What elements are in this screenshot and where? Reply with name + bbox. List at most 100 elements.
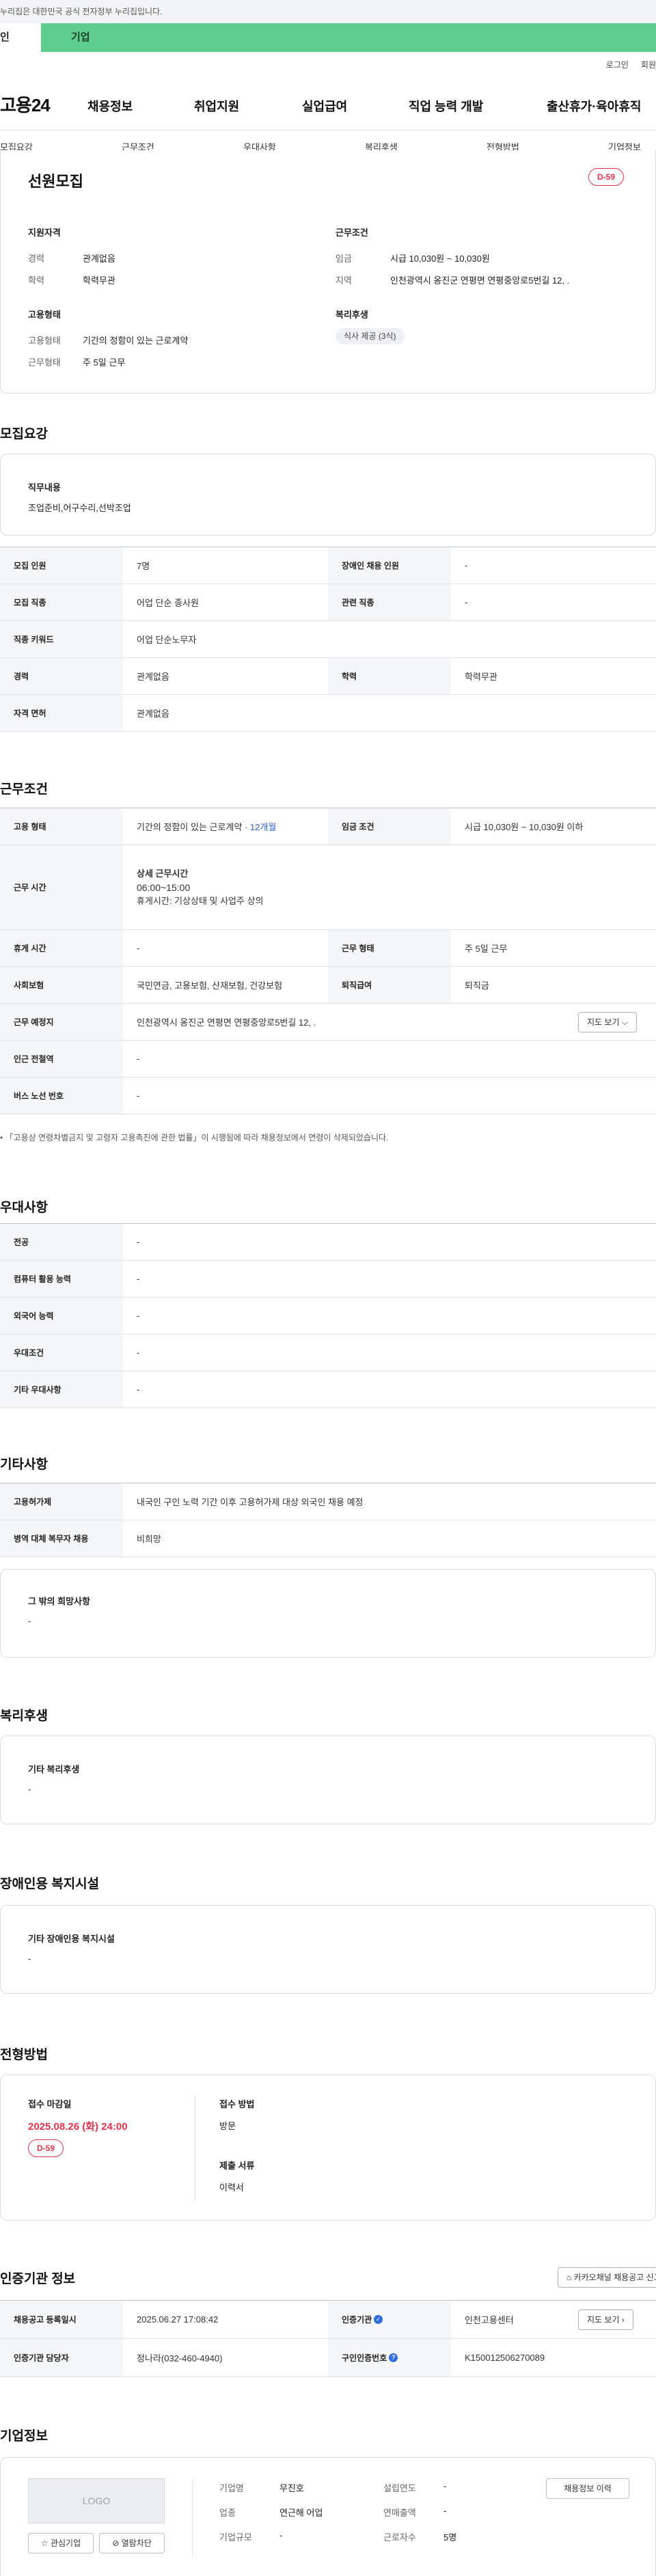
prefer-etc-key: 기타 우대사항 xyxy=(0,1371,123,1408)
table-row: 전공 - xyxy=(0,1224,656,1261)
facility-sub: 기타 장애인용 복지시설 xyxy=(28,1934,115,1944)
station-key: 인근 전철역 xyxy=(0,1041,123,1077)
emp-value: 기간의 정함이 있는 근로계약 · xyxy=(137,822,248,832)
license-value: 관계없음 xyxy=(137,709,169,719)
wage-value: 시급 10,030원 ~ 10,030원 xyxy=(390,254,490,264)
count-key: 모집 인원 xyxy=(0,547,123,584)
tab-company[interactable]: 기업 xyxy=(71,23,90,52)
station-value: - xyxy=(137,1054,140,1064)
gnb-item-unemployment[interactable]: 실업급여 xyxy=(302,97,347,115)
history-button[interactable]: 채용정보 이력 xyxy=(546,2478,629,2499)
login-link[interactable]: 로그인 xyxy=(606,60,629,70)
chevron-down-icon: ⌵ xyxy=(621,1017,628,1027)
keyword-key: 직종 키워드 xyxy=(0,621,123,657)
major-key: 전공 xyxy=(0,1224,123,1260)
form-value: 주 5일 근무 xyxy=(465,944,508,954)
career-row-value: 관계없음 xyxy=(137,672,169,682)
id-key-cell: 구인인증번호? xyxy=(328,2339,451,2376)
count-value: 7명 xyxy=(137,561,150,571)
career-key: 경력 xyxy=(28,254,44,264)
size-key: 기업규모 xyxy=(219,2532,252,2543)
gnb-item-support[interactable]: 취업지원 xyxy=(194,97,239,115)
duty-text: 조업준비,어구수리,선박조업 xyxy=(28,503,131,513)
id-value: K150012506270089 xyxy=(465,2353,545,2363)
method-key: 접수 방법 xyxy=(219,2099,255,2109)
industry-key: 업종 xyxy=(219,2508,236,2518)
block-label: 열람차단 xyxy=(121,2538,152,2548)
hours-value: 상세 근무시간 06:00~15:00 휴게시간: 기상상태 및 사업주 상의 xyxy=(123,845,656,929)
prefer-table: 전공 - 컴퓨터 활용 능력 - 외국어 능력 - 우대조건 - 기타 우대사항… xyxy=(0,1223,656,1408)
table-row: 고용허가제 내국인 구인 노력 기간 이후 고용허가제 대상 외국인 채용 예정 xyxy=(0,1483,656,1520)
prefer-cond-value: - xyxy=(137,1347,140,1358)
bus-value: - xyxy=(137,1091,140,1101)
age-notice-text: 「고용상 연령차별금지 및 고령자 고용촉진에 관한 법률」이 시행됨에 따라 … xyxy=(5,1133,389,1142)
edu-row-key: 학력 xyxy=(328,658,451,694)
info-icon[interactable]: ? xyxy=(389,2353,398,2362)
related-key: 관련 직종 xyxy=(328,584,451,620)
table-row: 우대조건 - xyxy=(0,1334,656,1371)
emptype-key: 고용형태 xyxy=(28,335,61,346)
manager-value: 정나라(032-460-4940) xyxy=(137,2353,223,2363)
gnb-item-jobs[interactable]: 채용정보 xyxy=(87,97,133,115)
recruit-table: 모집 인원 7명 장애인 채용 인원 - 모집 직종 어업 단순 종사원 관련 … xyxy=(0,547,656,732)
work-table: 고용 형태 기간의 정함이 있는 근로계약 · 12개월 임금 조건 시급 10… xyxy=(0,808,656,1114)
selection-card: 접수 마감일 2025.08.26 (화) 24:00 D-59 접수 방법 방… xyxy=(0,2074,656,2221)
edu-row-value: 학력무관 xyxy=(465,672,497,682)
agency-table: 채용공고 등록일시 2025.06.27 17:08:42 인증기관 ✓ 인천고용… xyxy=(0,2300,656,2377)
staff-key: 근로자수 xyxy=(383,2532,416,2543)
docs-value: 이력서 xyxy=(219,2182,244,2193)
agency-key: 인증기관 xyxy=(342,2315,372,2325)
other-wish-heading: 그 밖의 희망사항 xyxy=(28,1596,90,1606)
kakao-report-label: 카카오채널 채용공고 신고 xyxy=(573,2273,656,2282)
table-row: 외국어 능력 - xyxy=(0,1298,656,1334)
tab-individual[interactable]: 인 xyxy=(0,23,41,52)
map-button[interactable]: 지도 보기 ⌵ xyxy=(578,1012,637,1032)
block-view-button[interactable]: ⊘ 열람차단 xyxy=(99,2533,165,2553)
company-name-key: 기업명 xyxy=(219,2483,244,2493)
table-row: 컴퓨터 활용 능력 - xyxy=(0,1261,656,1298)
emp-heading: 고용형태 xyxy=(28,310,61,320)
bus-key: 버스 노선 번호 xyxy=(0,1078,123,1114)
disabled-key: 장애인 채용 인원 xyxy=(328,547,451,584)
agency-map-button[interactable]: 지도 보기 › xyxy=(578,2310,633,2330)
age-notice: • 「고용상 연령차별금지 및 고령자 고용촉진에 관한 법률」이 시행됨에 따… xyxy=(0,1132,388,1143)
block-icon: ⊘ xyxy=(112,2538,120,2548)
deadline-key: 접수 마감일 xyxy=(28,2099,72,2109)
workdays-value: 주 5일 근무 xyxy=(83,357,126,368)
agency-map-label: 지도 보기 xyxy=(587,2315,620,2325)
rest-value: - xyxy=(137,943,140,953)
emp-key: 고용 형태 xyxy=(0,808,123,845)
company-card: LOGO ☆ 관심기업 ⊘ 열람차단 기업명 무진호 업종 연근해 어업 기업규… xyxy=(0,2457,656,2576)
lang-value: - xyxy=(137,1311,140,1321)
table-row: 모집 인원 7명 장애인 채용 인원 - xyxy=(0,547,656,584)
keyword-value: 어업 단순노무자 xyxy=(137,635,197,645)
welfare-value: - xyxy=(28,1784,31,1794)
facility-value: - xyxy=(28,1954,31,1964)
summary-card: 선원모집 D-59 지원자격 경력 관계없음 학력 학력무관 고용형태 고용형태… xyxy=(0,150,656,394)
welfare-card: 기타 복리후생 - xyxy=(0,1736,656,1824)
dday-badge: D-59 xyxy=(588,168,625,186)
founded-key: 설립연도 xyxy=(383,2483,416,2493)
favorite-company-button[interactable]: ☆ 관심기업 xyxy=(28,2533,94,2553)
table-row: 모집 직종 어업 단순 종사원 관련 직종 - xyxy=(0,584,656,621)
gnb-item-training[interactable]: 직업 능력 개발 xyxy=(409,97,483,115)
region-key: 지역 xyxy=(336,275,352,286)
home-icon: ⌂ xyxy=(566,2273,572,2282)
star-icon: ☆ xyxy=(40,2538,49,2548)
industry-value: 연근해 어업 xyxy=(279,2508,323,2518)
kakao-report-button[interactable]: ⌂ 카카오채널 채용공고 신고 xyxy=(558,2267,656,2288)
verified-check-icon: ✓ xyxy=(374,2315,383,2324)
gnb-item-leave[interactable]: 출산휴가·육아휴직 xyxy=(547,97,641,115)
qual-heading: 지원자격 xyxy=(28,228,61,238)
agency-heading: 인증기관 정보 xyxy=(0,2272,76,2286)
duty-card: 직무내용 조업준비,어구수리,선박조업 xyxy=(0,454,656,536)
cond-heading: 근무조건 xyxy=(336,228,368,238)
join-link[interactable]: 회원 xyxy=(641,60,656,70)
global-nav: 채용정보 취업지원 실업급여 직업 능력 개발 출산휴가·육아휴직 xyxy=(0,96,656,116)
other-wish-card: 그 밖의 희망사항 - xyxy=(0,1569,656,1658)
size-value: - xyxy=(279,2530,283,2540)
welfare-section-heading: 복리후생 xyxy=(0,1709,48,1723)
deadline-dday: D-59 xyxy=(28,2139,64,2157)
table-row: 사회보험 국민연금, 고용보험, 산재보험, 건강보험 퇴직급여 퇴직금 xyxy=(0,967,656,1004)
facility-heading: 장애인용 복지시설 xyxy=(0,1877,100,1891)
